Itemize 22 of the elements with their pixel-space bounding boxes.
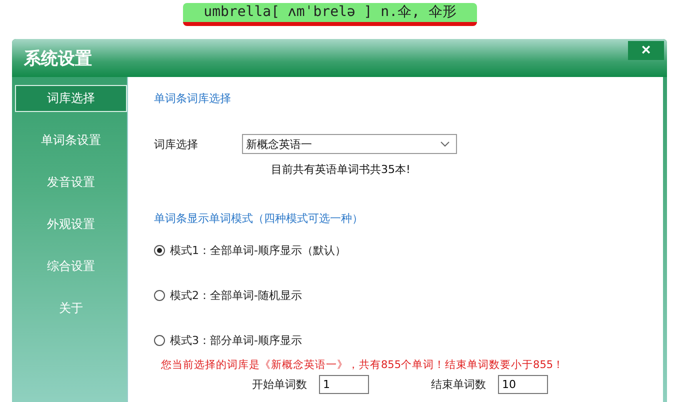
- sidebar-item[interactable]: 外观设置: [15, 211, 127, 238]
- section-heading: 单词条词库选择: [154, 91, 231, 106]
- section-heading: 单词条显示单词模式（四种模式可选一种）: [154, 211, 363, 226]
- library-dropdown[interactable]: 新概念英语一: [242, 134, 457, 154]
- sidebar-item[interactable]: 发音设置: [15, 169, 127, 196]
- window-title: 系统设置: [24, 48, 92, 70]
- start-field[interactable]: 1: [319, 375, 369, 394]
- sidebar-item[interactable]: 单词条设置: [15, 127, 127, 154]
- mode-radio[interactable]: 模式1：全部单词-顺序显示（默认）: [154, 243, 346, 258]
- end-field[interactable]: 10: [498, 375, 548, 394]
- library-note: 目前共有英语单词书共35本!: [271, 162, 410, 177]
- field-label: 词库选择: [154, 136, 198, 152]
- sidebar-item[interactable]: 综合设置: [15, 253, 127, 280]
- mode-radio[interactable]: 模式2：全部单词-随机显示: [154, 288, 302, 303]
- field-label: 开始单词数: [252, 377, 307, 392]
- sidebar-item[interactable]: 词库选择: [15, 85, 127, 112]
- warning-text: 您当前选择的词库是《新概念英语一》，共有855个单词！结束单词数要小于855！: [161, 358, 564, 372]
- chevron-down-icon: [440, 141, 450, 147]
- mode-radio[interactable]: 模式3：部分单词-顺序显示: [154, 333, 302, 348]
- word-bar: umbrella[ ʌmˈbrelə ] n.伞, 伞形: [183, 3, 477, 26]
- field-label: 结束单词数: [431, 377, 486, 392]
- close-button[interactable]: ×: [628, 41, 664, 60]
